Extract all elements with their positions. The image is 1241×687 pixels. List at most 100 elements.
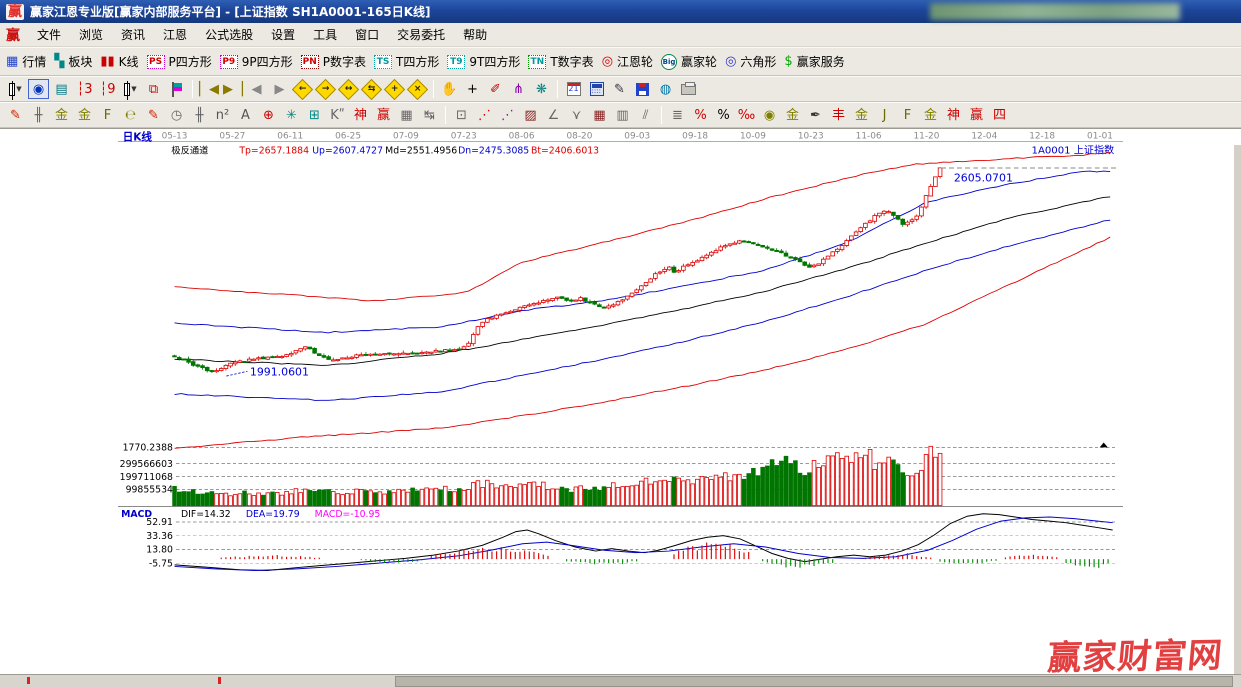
draw-gold-circle-button[interactable]: ◉ [759, 105, 780, 125]
draw-gold-angle-button[interactable]: 金 [851, 105, 872, 125]
draw-grid-ticks-button[interactable]: ╫ [28, 105, 49, 125]
menu-item-window[interactable]: 窗口 [346, 24, 388, 45]
draw-gold-angle2-button[interactable]: 金 [920, 105, 941, 125]
draw-shen-angle-button[interactable]: 神 [943, 105, 964, 125]
multi-chart-9-button[interactable]: ┆9 [97, 79, 118, 99]
gann-wheel-button[interactable]: ◎江恩轮 [602, 53, 653, 70]
draw-ink-pen-button[interactable]: ✒ [805, 105, 826, 125]
vertical-scrollbar[interactable] [1233, 145, 1241, 674]
draw-box-button[interactable]: ⊡ [451, 105, 472, 125]
zoom-out-button[interactable]: × [407, 79, 428, 99]
draw-circle-cross-button[interactable]: ⊕ [258, 105, 279, 125]
draw-spiral-button[interactable]: ℮ [120, 105, 141, 125]
draw-span-arrows-button[interactable]: ↹ [419, 105, 440, 125]
chart-canvas[interactable]: 05-1305-2706-1106-2507-0907-2308-0608-20… [0, 129, 1241, 675]
draw-angle-button[interactable]: ∠ [543, 105, 564, 125]
winner-wheel-button[interactable]: Big赢家轮 [661, 53, 717, 70]
draw-pen-button[interactable]: ✎ [5, 105, 26, 125]
channel-lines-layer [175, 152, 1111, 448]
draw-si-angle-button[interactable]: 四 [989, 105, 1010, 125]
draw-pen2-button[interactable]: ✎ [143, 105, 164, 125]
draw-percent-line-button[interactable]: % [690, 105, 711, 125]
print-button[interactable] [678, 79, 699, 99]
next-page-button[interactable]: ▶ [269, 79, 290, 99]
menu-item-gann[interactable]: 江恩 [154, 24, 196, 45]
quotes-button[interactable]: ▦行情 [6, 53, 46, 70]
draw-steps-button[interactable]: ≣ [667, 105, 688, 125]
calendar-button[interactable]: 21 [563, 79, 584, 99]
menu-item-help[interactable]: 帮助 [454, 24, 496, 45]
draw-n2-button[interactable]: n² [212, 105, 233, 125]
flag-marker-button[interactable] [166, 79, 187, 99]
draw-feng-button[interactable]: 丰 [828, 105, 849, 125]
menu-item-browse[interactable]: 浏览 [70, 24, 112, 45]
wave-tool-button[interactable]: ❋ [531, 79, 552, 99]
draw-web-square-button[interactable]: ⊞ [304, 105, 325, 125]
kline-style-dropdown[interactable]: ▼ [5, 79, 26, 99]
sectors-button[interactable]: ▚板块 [54, 53, 92, 70]
p-square-button[interactable]: PSP四方形 [147, 53, 212, 70]
gann-fork-button[interactable]: ⋔ [508, 79, 529, 99]
zoom-in-button[interactable]: + [384, 79, 405, 99]
hexagon-button[interactable]: ◎六角形 [725, 53, 776, 70]
draw-f-angle-button[interactable]: F [897, 105, 918, 125]
draw-permille-button[interactable]: ‰ [736, 105, 757, 125]
p-number-table-button[interactable]: PNP数字表 [301, 53, 366, 70]
shift-left-button[interactable]: ← [292, 79, 313, 99]
first-page-button[interactable]: ▏◀ [198, 79, 220, 99]
f10-info-button[interactable]: ▤ [51, 79, 72, 99]
draw-grid123-button[interactable]: ▦ [396, 105, 417, 125]
menu-item-file[interactable]: 文件 [28, 24, 70, 45]
draw-parallel-button[interactable]: ⫽ [635, 105, 656, 125]
t-square-button[interactable]: TST四方形 [374, 53, 439, 70]
shift-right-button[interactable]: → [315, 79, 336, 99]
draw-fan-purple-button[interactable]: ⋰ [497, 105, 518, 125]
draw-gold-grid2-button[interactable]: 金 [74, 105, 95, 125]
last-page-button[interactable]: ▶▕ [222, 79, 244, 99]
draw-fan-red-button[interactable]: ⋰ [474, 105, 495, 125]
overlay-stock-button[interactable]: ⧉ [143, 79, 164, 99]
crosshair-button[interactable]: + [462, 79, 483, 99]
net-export-button[interactable]: ◍ [655, 79, 676, 99]
draw-fan-dark-button[interactable]: ▨ [520, 105, 541, 125]
measure-line-button[interactable]: ✐ [485, 79, 506, 99]
expand-h-button[interactable]: ↔ [338, 79, 359, 99]
draw-dense-grid-button[interactable]: ▦ [589, 105, 610, 125]
menu-item-tools[interactable]: 工具 [304, 24, 346, 45]
hand-tool-button[interactable]: ✋ [439, 79, 460, 99]
draw-zigzag-button[interactable]: ⋎ [566, 105, 587, 125]
compress-h-button[interactable]: ⇆ [361, 79, 382, 99]
menu-item-formula-stock-pick[interactable]: 公式选股 [196, 24, 262, 45]
calculator-button[interactable] [586, 79, 607, 99]
winner-wheel-label: 赢家轮 [681, 53, 717, 70]
draw-ticks2-button[interactable]: ╫ [189, 105, 210, 125]
menu-item-news[interactable]: 资讯 [112, 24, 154, 45]
draw-k-lines-button[interactable]: Kʺ [327, 105, 348, 125]
notes-button[interactable]: ✎ [609, 79, 630, 99]
candle-period-dropdown[interactable]: ▼ [120, 79, 141, 99]
title-bar[interactable]: 赢 赢家江恩专业版[赢家内部服务平台] - [上证指数 SH1A0001-165… [0, 0, 1241, 23]
save-button[interactable] [632, 79, 653, 99]
draw-time-clock-button[interactable]: ◷ [166, 105, 187, 125]
draw-gold-lines-button[interactable]: 金 [782, 105, 803, 125]
draw-j-angle-button[interactable]: J [874, 105, 895, 125]
kline-button[interactable]: ▮▮K线 [100, 53, 138, 70]
menu-item-trade[interactable]: 交易委托 [388, 24, 454, 45]
draw-percent-button[interactable]: % [713, 105, 734, 125]
dynamic-trend-button[interactable]: ◉ [28, 79, 49, 99]
draw-letter-a-button[interactable]: A [235, 105, 256, 125]
menu-item-settings[interactable]: 设置 [262, 24, 304, 45]
9p-square-button[interactable]: P99P四方形 [220, 53, 293, 70]
9t-square-button[interactable]: T99T四方形 [447, 53, 520, 70]
draw-ying-button[interactable]: 赢 [373, 105, 394, 125]
draw-star-web-button[interactable]: ✳ [281, 105, 302, 125]
draw-gold-grid-button[interactable]: 金 [51, 105, 72, 125]
draw-dense-grid2-button[interactable]: ▥ [612, 105, 633, 125]
winner-service-button[interactable]: $赢家服务 [784, 53, 844, 70]
t-number-table-button[interactable]: TNT数字表 [528, 53, 593, 70]
draw-shen-button[interactable]: 神 [350, 105, 371, 125]
prev-page-button[interactable]: ◀ [246, 79, 267, 99]
draw-fibo-f-button[interactable]: F [97, 105, 118, 125]
draw-ying-angle-button[interactable]: 赢 [966, 105, 987, 125]
multi-chart-3-button[interactable]: ┆3 [74, 79, 95, 99]
